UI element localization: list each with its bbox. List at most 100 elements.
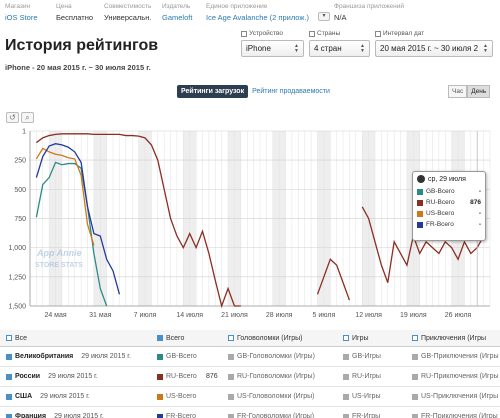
- undo-button[interactable]: ↺: [6, 112, 19, 123]
- meta-compat-value: Универсальн.: [104, 13, 152, 22]
- y-tick-label: 1,500: [8, 304, 26, 311]
- games-cell[interactable]: GB-Игры: [343, 347, 381, 366]
- games-cell[interactable]: US-Игры: [343, 387, 381, 406]
- table-row: Великобритания 29 июля 2015 г. GB-Всего GB-…: [0, 347, 500, 367]
- country-cell[interactable]: США 29 июля 2015 г.: [6, 387, 90, 406]
- meta-publisher-link[interactable]: Gameloft: [162, 13, 192, 22]
- page-subtitle: iPhone - 20 мая 2015 г. ~ 30 июля 2015 г…: [5, 63, 151, 72]
- total-cell[interactable]: GB-Всего: [157, 347, 197, 366]
- total-series-name: FR-Всего: [166, 413, 197, 418]
- x-tick-label: 28 июля: [266, 312, 293, 319]
- header-total[interactable]: Всего: [157, 330, 184, 346]
- meta-unified-label: Единое приложение: [206, 3, 268, 10]
- adventure-cell[interactable]: GB-Приключения (Игры: [412, 347, 499, 366]
- adventure-cell[interactable]: FR-Приключения (Игры: [412, 407, 498, 418]
- meta-store: Магазин iOS Store: [5, 1, 38, 22]
- puzzle-cell[interactable]: RU-Головоломки (Игры): [228, 367, 315, 386]
- meta-price-label: Цена: [56, 3, 72, 10]
- meta-unified-link[interactable]: Ice Age Avalanche (2 прилож.): [206, 13, 309, 22]
- total-cell[interactable]: US-Всего: [157, 387, 196, 406]
- checkbox-icon[interactable]: [6, 335, 12, 341]
- select-arrows-icon: ▲ ▼: [483, 42, 488, 54]
- ru-swatch-icon: [417, 199, 423, 206]
- table-row: Франция 29 июля 2015 г. FR-Всего FR-Головол…: [0, 407, 500, 418]
- hour-button[interactable]: Час: [448, 85, 468, 98]
- rankings-table: Все Всего Головоломки (Игры) Игры Приклю…: [0, 330, 500, 418]
- x-tick-label: 31 мая: [89, 312, 111, 319]
- checkbox-icon[interactable]: [157, 335, 163, 341]
- total-cell[interactable]: FR-Всего: [157, 407, 196, 418]
- adventure-series-name: FR-Приключения (Игры: [421, 413, 498, 418]
- ranking-tabs: Рейтинги загрузок Рейтинг продаваемости: [177, 85, 330, 98]
- adventure-series-name: US-Приключения (Игры: [421, 393, 499, 400]
- country-name: России: [15, 373, 41, 380]
- checkbox-icon[interactable]: [375, 30, 381, 37]
- series-swatch-icon: [228, 393, 234, 400]
- series-swatch-icon: [412, 373, 418, 380]
- x-tick-label: 26 июля: [445, 312, 472, 319]
- tooltip-row: RU-Всего 876: [417, 197, 481, 208]
- checkbox-icon[interactable]: [309, 30, 315, 37]
- checkbox-icon[interactable]: [6, 393, 12, 400]
- games-cell[interactable]: FR-Игры: [343, 407, 380, 418]
- total-cell[interactable]: RU-Всего: [157, 367, 197, 386]
- puzzle-cell[interactable]: US-Головоломки (Игры): [228, 387, 315, 406]
- games-series-name: RU-Игры: [352, 373, 381, 380]
- checkbox-icon[interactable]: [6, 373, 12, 380]
- adventure-series-name: GB-Приключения (Игры: [421, 353, 499, 360]
- countries-select[interactable]: 4 стран ▲ ▼: [309, 40, 370, 57]
- tooltip-series-name: FR-Всего: [426, 221, 454, 228]
- total-series-name: US-Всего: [166, 393, 197, 400]
- header-all[interactable]: Все: [6, 330, 27, 346]
- series-swatch-icon: [228, 353, 234, 360]
- country-cell[interactable]: России 29 июля 2015 г.: [6, 367, 98, 386]
- adventure-cell[interactable]: US-Приключения (Игры: [412, 387, 498, 406]
- series-swatch-icon: [228, 373, 234, 380]
- games-cell[interactable]: RU-Игры: [343, 367, 381, 386]
- y-tick-label: 1,250: [8, 274, 26, 281]
- series-swatch-icon: [157, 373, 163, 380]
- games-series-name: US-Игры: [352, 393, 381, 400]
- day-button[interactable]: День: [467, 85, 491, 98]
- checkbox-icon[interactable]: [6, 413, 12, 418]
- meta-unified: Единое приложение Ice Age Avalanche (2 п…: [206, 1, 309, 22]
- tooltip-title: ср, 29 июля: [417, 175, 481, 183]
- select-arrows-icon: ▲ ▼: [294, 42, 299, 54]
- tooltip-series-name: US-Всего: [426, 210, 455, 217]
- app-meta-bar: Магазин iOS Store Цена Бесплатно Совмест…: [0, 0, 500, 28]
- header-puzzle[interactable]: Головоломки (Игры): [228, 330, 302, 346]
- zoom-button[interactable]: ⌕: [21, 112, 34, 123]
- watermark-line2: STORE STATS: [35, 262, 83, 269]
- puzzle-series-name: FR-Головоломки (Игры): [237, 413, 315, 418]
- header-adventure[interactable]: Приключения (Игры: [412, 330, 486, 346]
- device-select-value: iPhone: [246, 44, 271, 53]
- puzzle-cell[interactable]: GB-Головоломки (Игры): [228, 347, 315, 366]
- checkbox-icon[interactable]: [241, 30, 247, 37]
- games-series-name: FR-Игры: [352, 413, 381, 418]
- checkbox-icon[interactable]: [6, 353, 12, 360]
- interval-select[interactable]: 20 мая 2015 г. ~ 30 июля 2 ▲ ▼: [375, 40, 493, 57]
- series-swatch-icon: [157, 393, 163, 400]
- meta-franchise-value: N/A: [334, 13, 347, 22]
- tab-grossing-rankings[interactable]: Рейтинг продаваемости: [252, 88, 330, 95]
- watermark-line1: App Annie: [36, 248, 82, 258]
- checkbox-icon[interactable]: [228, 335, 234, 341]
- puzzle-cell[interactable]: FR-Головоломки (Игры): [228, 407, 314, 418]
- y-tick-label: 750: [14, 216, 26, 223]
- device-select[interactable]: iPhone ▲ ▼: [241, 40, 304, 57]
- y-tick-label: 1,000: [8, 245, 26, 252]
- tab-download-rankings[interactable]: Рейтинги загрузок: [177, 85, 249, 98]
- checkbox-icon[interactable]: [412, 335, 418, 341]
- meta-franchise: Франшиза приложений N/A: [334, 1, 404, 22]
- tooltip-series-value: -: [478, 188, 481, 195]
- granularity-toggle: Час День: [448, 85, 491, 98]
- unified-dropdown-button[interactable]: ▾: [318, 12, 330, 21]
- header-games[interactable]: Игры: [343, 330, 369, 346]
- meta-store-link[interactable]: iOS Store: [5, 13, 38, 22]
- gb-swatch-icon: [417, 188, 423, 195]
- us-swatch-icon: [417, 210, 423, 217]
- adventure-cell[interactable]: RU-Приключения (Игры: [412, 367, 499, 386]
- country-cell[interactable]: Франция 29 июля 2015 г.: [6, 407, 104, 418]
- country-cell[interactable]: Великобритания 29 июля 2015 г.: [6, 347, 131, 366]
- checkbox-icon[interactable]: [343, 335, 349, 341]
